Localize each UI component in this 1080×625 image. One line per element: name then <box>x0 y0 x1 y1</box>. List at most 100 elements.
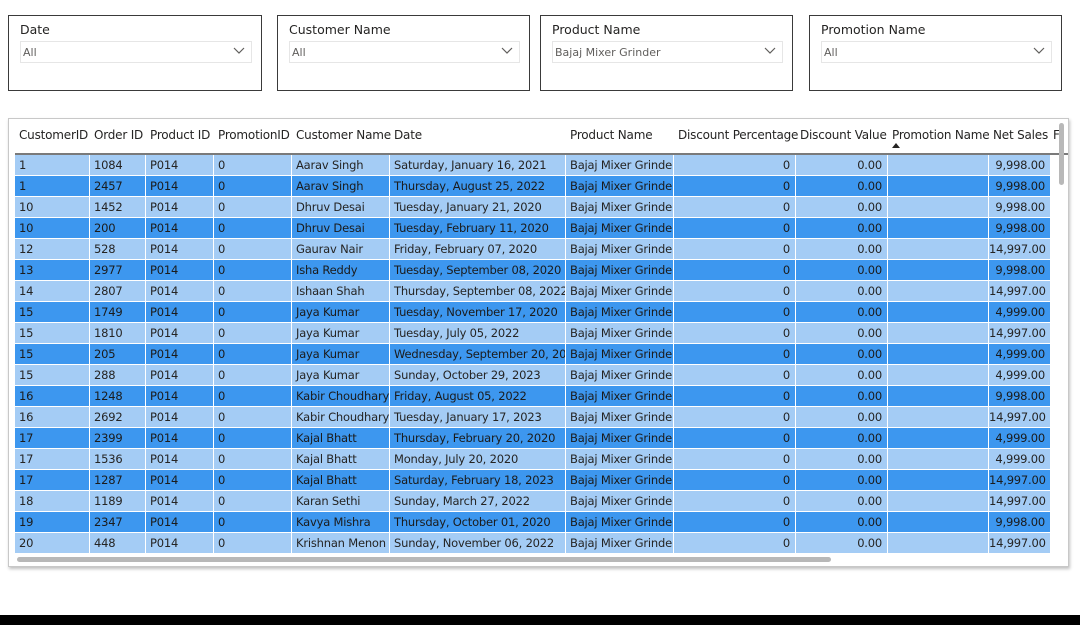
cell-discount-percentage: 0 <box>674 428 796 448</box>
cell-promotionid: 0 <box>214 491 292 511</box>
cell-promotion-name <box>888 281 989 301</box>
cell-net-sales: 9,998.00 <box>989 512 1051 532</box>
cell-product-name: Bajaj Mixer Grinder <box>566 449 674 469</box>
cell-customerid: 20 <box>15 533 90 553</box>
cell-promotion-name <box>888 386 989 406</box>
cell-discount-value: 0.00 <box>796 449 888 469</box>
table-row[interactable]: 10 1452 P014 0 Dhruv Desai Tuesday, January 2… <box>15 197 1051 218</box>
column-header-customer-name[interactable]: Customer Name <box>296 128 391 142</box>
table-row[interactable]: 15 205 P014 0 Jaya Kumar Wednesday, September… <box>15 344 1051 365</box>
column-header-product-name[interactable]: Product Name <box>570 128 653 142</box>
table-row[interactable]: 15 1810 P014 0 Jaya Kumar Tuesday, July 05, 2… <box>15 323 1051 344</box>
cell-customerid: 17 <box>15 470 90 490</box>
cell-customerid: 10 <box>15 197 90 217</box>
cell-product-id: P014 <box>146 533 214 553</box>
customer-name-dropdown[interactable]: All <box>289 41 520 63</box>
date-dropdown[interactable]: All <box>20 41 252 63</box>
cell-date: Tuesday, September 08, 2020 <box>390 260 566 280</box>
cell-product-id: P014 <box>146 407 214 427</box>
dropdown-value: Bajaj Mixer Grinder <box>555 46 661 59</box>
cell-promotion-name <box>888 260 989 280</box>
table-row[interactable]: 1 2457 P014 0 Aarav Singh Thursday, August 25… <box>15 176 1051 197</box>
cell-customer-name: Karan Sethi <box>292 491 390 511</box>
horizontal-scrollbar[interactable] <box>17 557 831 562</box>
cell-customerid: 15 <box>15 323 90 343</box>
cell-discount-value: 0.00 <box>796 260 888 280</box>
cell-product-id: P014 <box>146 512 214 532</box>
report-canvas: Date All Customer Name All Product Name … <box>0 0 1080 625</box>
cell-product-id: P014 <box>146 365 214 385</box>
cell-product-name: Bajaj Mixer Grinder <box>566 386 674 406</box>
cell-customerid: 15 <box>15 302 90 322</box>
vertical-scrollbar[interactable] <box>1059 123 1064 185</box>
cell-customer-name: Krishnan Menon <box>292 533 390 553</box>
table-row[interactable]: 20 448 P014 0 Krishnan Menon Sunday, November… <box>15 533 1051 554</box>
cell-discount-value: 0.00 <box>796 218 888 238</box>
table-row[interactable]: 1 1084 P014 0 Aarav Singh Saturday, January 1… <box>15 155 1051 176</box>
slicer-title: Date <box>20 22 50 37</box>
product-name-dropdown[interactable]: Bajaj Mixer Grinder <box>552 41 783 63</box>
table-row[interactable]: 19 2347 P014 0 Kavya Mishra Thursday, October… <box>15 512 1051 533</box>
cell-promotionid: 0 <box>214 239 292 259</box>
cell-promotionid: 0 <box>214 365 292 385</box>
table-row[interactable]: 10 200 P014 0 Dhruv Desai Tuesday, February 1… <box>15 218 1051 239</box>
cell-promotion-name <box>888 302 989 322</box>
cell-net-sales: 9,998.00 <box>989 386 1051 406</box>
cell-product-name: Bajaj Mixer Grinder <box>566 470 674 490</box>
cell-order-id: 2977 <box>90 260 146 280</box>
column-header-discount-value[interactable]: Discount Value <box>800 128 887 142</box>
cell-discount-value: 0.00 <box>796 281 888 301</box>
cell-discount-percentage: 0 <box>674 491 796 511</box>
cell-order-id: 2457 <box>90 176 146 196</box>
cell-date: Tuesday, July 05, 2022 <box>390 323 566 343</box>
cell-product-name: Bajaj Mixer Grinder <box>566 533 674 553</box>
cell-promotionid: 0 <box>214 155 292 175</box>
cell-product-id: P014 <box>146 155 214 175</box>
cell-customer-name: Kajal Bhatt <box>292 449 390 469</box>
cell-date: Thursday, February 20, 2020 <box>390 428 566 448</box>
table-row[interactable]: 12 528 P014 0 Gaurav Nair Friday, February 07… <box>15 239 1051 260</box>
table-row[interactable]: 15 1749 P014 0 Jaya Kumar Tuesday, November 1… <box>15 302 1051 323</box>
column-header-product-id[interactable]: Product ID <box>150 128 210 142</box>
cell-customerid: 10 <box>15 218 90 238</box>
cell-promotionid: 0 <box>214 470 292 490</box>
cell-discount-value: 0.00 <box>796 302 888 322</box>
column-header-promotionid[interactable]: PromotionID <box>218 128 290 142</box>
column-header-discount-percentage[interactable]: Discount Percentage <box>678 128 798 142</box>
column-header-promotion-name[interactable]: Promotion Name <box>892 128 990 142</box>
table-row[interactable]: 16 2692 P014 0 Kabir Choudhary Tuesday, Janua… <box>15 407 1051 428</box>
column-header-net-sales[interactable]: Net Sales <box>993 128 1048 142</box>
cell-product-name: Bajaj Mixer Grinder <box>566 260 674 280</box>
cell-product-id: P014 <box>146 239 214 259</box>
promotion-name-dropdown[interactable]: All <box>821 41 1052 63</box>
table-row[interactable]: 17 1536 P014 0 Kajal Bhatt Monday, July 20, 2… <box>15 449 1051 470</box>
cell-discount-value: 0.00 <box>796 407 888 427</box>
column-header-date[interactable]: Date <box>394 128 422 142</box>
cell-customerid: 17 <box>15 449 90 469</box>
cell-order-id: 2347 <box>90 512 146 532</box>
table-header: CustomerID Order ID Product ID Promotion… <box>15 119 1068 155</box>
cell-promotionid: 0 <box>214 323 292 343</box>
cell-customer-name: Dhruv Desai <box>292 197 390 217</box>
sort-ascending-icon[interactable] <box>892 143 900 148</box>
table-row[interactable]: 17 1287 P014 0 Kajal Bhatt Saturday, February… <box>15 470 1051 491</box>
dropdown-value: All <box>292 46 306 59</box>
cell-product-id: P014 <box>146 344 214 364</box>
cell-date: Thursday, September 08, 2022 <box>390 281 566 301</box>
cell-order-id: 288 <box>90 365 146 385</box>
table-row[interactable]: 16 1248 P014 0 Kabir Choudhary Friday, August… <box>15 386 1051 407</box>
column-header-order-id[interactable]: Order ID <box>94 128 143 142</box>
table-row[interactable]: 18 1189 P014 0 Karan Sethi Sunday, March 27, … <box>15 491 1051 512</box>
table-row[interactable]: 17 2399 P014 0 Kajal Bhatt Thursday, February… <box>15 428 1051 449</box>
cell-promotionid: 0 <box>214 344 292 364</box>
cell-product-name: Bajaj Mixer Grinder <box>566 218 674 238</box>
table-row[interactable]: 15 288 P014 0 Jaya Kumar Sunday, October 29, … <box>15 365 1051 386</box>
cell-product-name: Bajaj Mixer Grinder <box>566 239 674 259</box>
table-row[interactable]: 13 2977 P014 0 Isha Reddy Tuesday, September … <box>15 260 1051 281</box>
column-header-customerid[interactable]: CustomerID <box>19 128 88 142</box>
cell-net-sales: 9,998.00 <box>989 197 1051 217</box>
cell-product-name: Bajaj Mixer Grinder <box>566 365 674 385</box>
cell-product-name: Bajaj Mixer Grinder <box>566 428 674 448</box>
cell-order-id: 1810 <box>90 323 146 343</box>
table-row[interactable]: 14 2807 P014 0 Ishaan Shah Thursday, Septembe… <box>15 281 1051 302</box>
